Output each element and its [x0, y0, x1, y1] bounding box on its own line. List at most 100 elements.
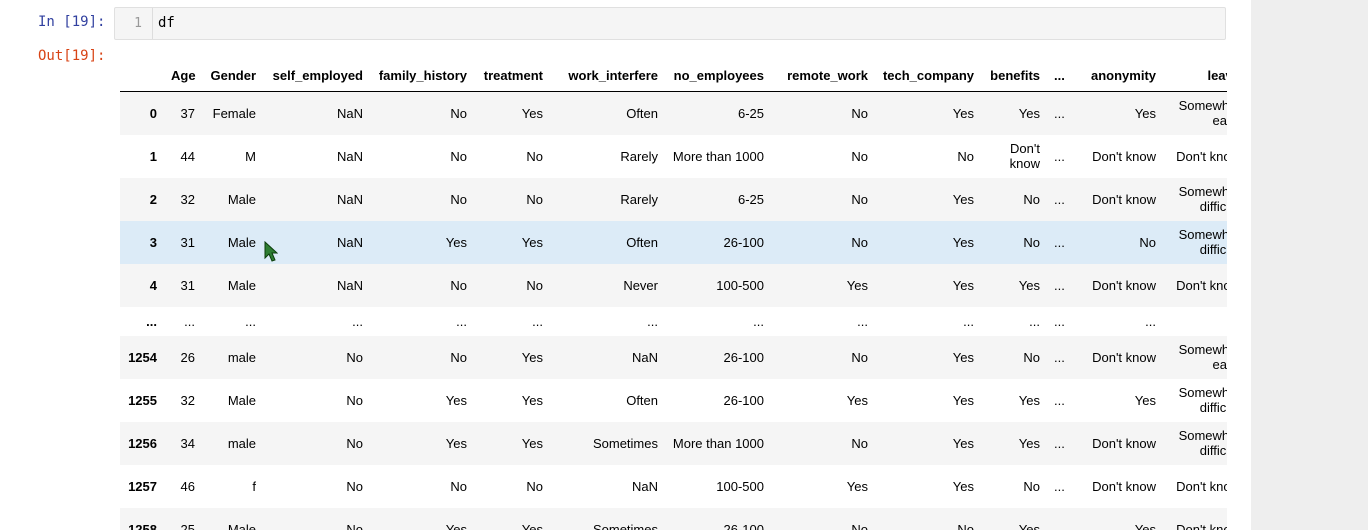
cell-value: ... — [857, 313, 868, 329]
table-cell: No — [981, 178, 1047, 221]
table-cell: Rarely — [550, 135, 665, 178]
cell-value: 100-500 — [716, 478, 764, 494]
cell-value: 26-100 — [723, 392, 764, 408]
cell-value: male — [227, 435, 256, 451]
table-cell: Yes — [875, 422, 981, 465]
cell-value: Male — [227, 392, 256, 408]
column-header: work_interfere — [550, 60, 665, 92]
cell-value: Yes — [1018, 392, 1040, 408]
table-cell: 32 — [164, 379, 202, 422]
table-cell: ... — [981, 307, 1047, 336]
cell-value: ... — [1054, 313, 1065, 329]
cell-value: No — [346, 478, 363, 494]
table-cell: Yes — [474, 508, 550, 530]
table-cell: No — [771, 92, 875, 135]
table-cell: No — [771, 178, 875, 221]
table-row: 4 31 Male NaN No No Never 100-500 Yes Yes Yes... Do… — [120, 263, 1227, 307]
cell-value: Somewhat difficult — [1178, 385, 1227, 415]
cell-value: Yes — [1018, 105, 1040, 121]
cell-value: 25 — [180, 521, 195, 530]
table-body: 0 37 Female NaN No Yes Often 6-25 No Yes Yes... Yes… — [120, 91, 1227, 530]
table-cell: Yes — [771, 264, 875, 307]
cell-value: ... — [532, 313, 543, 329]
table-cell: No — [263, 508, 370, 530]
row-index: 1257 — [120, 465, 164, 508]
table-row: 3 31 Male NaN Yes Yes Often 26-100 No Yes No... No S… — [120, 220, 1227, 264]
table-cell: 26-100 — [665, 508, 771, 530]
table-cell: ... — [1047, 264, 1069, 307]
cell-value: Somewhat easy — [1178, 98, 1227, 129]
cell-value: 26-100 — [723, 521, 764, 530]
cell-value: ... — [963, 313, 974, 329]
mouse-pointer-icon — [264, 241, 278, 262]
cell-value: ... — [1029, 313, 1040, 329]
cell-value: Yes — [521, 349, 543, 365]
table-cell: 46 — [164, 465, 202, 508]
column-header: self_employed — [263, 60, 370, 92]
column-header: Gender — [202, 60, 263, 92]
table-cell: No — [771, 135, 875, 178]
cell-value: Don't know — [1092, 478, 1156, 494]
table-cell: No — [263, 422, 370, 465]
cell-value: ... — [1054, 435, 1065, 451]
code-cell-input[interactable]: 1 df — [114, 7, 1226, 40]
table-cell: More than 1000 — [665, 135, 771, 178]
table-cell: Yes — [1069, 379, 1163, 422]
table-cell: No — [474, 465, 550, 508]
table-cell: Yes — [474, 92, 550, 135]
cell-value: 32 — [180, 191, 195, 207]
code-text[interactable]: df — [158, 8, 175, 39]
cell-value: ... — [753, 313, 764, 329]
cell-value: Yes — [952, 234, 974, 250]
cell-value: M — [245, 148, 256, 164]
cell-value: ... — [1145, 313, 1156, 329]
table-cell: Male — [202, 221, 263, 264]
cell-value: Don't know — [1176, 478, 1227, 494]
table-cell: Yes — [875, 264, 981, 307]
table-cell: ... — [474, 307, 550, 336]
table-cell: No — [370, 178, 474, 221]
cell-value: NaN — [336, 105, 363, 121]
table-cell: NaN — [263, 92, 370, 135]
table-cell: No — [875, 508, 981, 530]
table-cell: Male — [202, 178, 263, 221]
cell-value: No — [346, 392, 363, 408]
table-cell: No — [771, 336, 875, 379]
cell-value: No — [1023, 349, 1040, 365]
cell-value: Yes — [521, 521, 543, 530]
table-cell: 26-100 — [665, 221, 771, 264]
cell-value: Yes — [1018, 277, 1040, 293]
table-cell: No — [771, 221, 875, 264]
table-row: 0 37 Female NaN No Yes Often 6-25 No Yes Yes... Yes… — [120, 91, 1227, 135]
cell-value: No — [851, 521, 868, 530]
output-prompt: Out[19]: — [38, 48, 106, 64]
row-index: 1 — [120, 135, 164, 178]
table-cell: ... — [1047, 336, 1069, 379]
cell-value: No — [346, 349, 363, 365]
cell-value: NaN — [336, 148, 363, 164]
column-header — [120, 60, 164, 92]
table-cell: ... — [1047, 422, 1069, 465]
cell-value: Don't know — [1092, 191, 1156, 207]
table-cell: Yes — [875, 92, 981, 135]
cell-value: 26 — [180, 349, 195, 365]
cell-value: No — [346, 435, 363, 451]
cell-value: ... — [1054, 148, 1065, 164]
table-row: 1256 34 male No Yes Yes Sometimes More than 100… — [120, 421, 1227, 465]
table-cell: Yes — [981, 264, 1047, 307]
table-cell: Don't know — [1069, 336, 1163, 379]
cell-value: Somewhat easy — [1178, 342, 1227, 372]
dataframe-output[interactable]: Age Gender self_employed family_history trea… — [120, 60, 1227, 530]
cell-value: Often — [626, 392, 658, 408]
cell-value: Sometimes — [592, 435, 658, 451]
table-cell: ... — [875, 307, 981, 336]
table-cell: NaN — [550, 465, 665, 508]
cell-value: ... — [647, 313, 658, 329]
table-cell: No — [263, 336, 370, 379]
cell-value: More than 1000 — [672, 148, 764, 164]
table-cell: 6-25 — [665, 178, 771, 221]
cell-value: NaN — [336, 191, 363, 207]
table-cell: Somewhat difficult — [1163, 379, 1227, 422]
table-row: 2 32 Male NaN No No Rarely 6-25 No Yes No... Don't … — [120, 177, 1227, 221]
table-cell: Male — [202, 264, 263, 307]
